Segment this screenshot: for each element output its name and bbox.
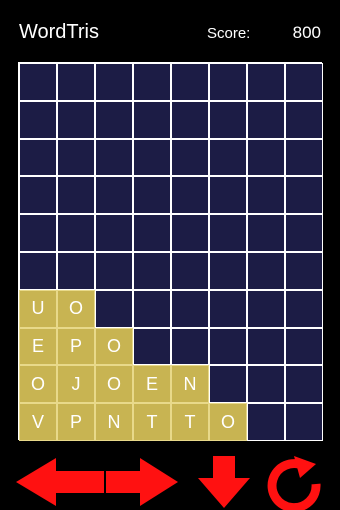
empty-cell xyxy=(209,100,247,139)
empty-cell xyxy=(247,289,285,328)
empty-cell xyxy=(247,63,285,101)
arrow-down-icon xyxy=(198,456,250,508)
empty-cell xyxy=(57,63,95,101)
controls-bar xyxy=(0,452,340,510)
empty-cell xyxy=(19,63,57,101)
empty-cell xyxy=(247,214,285,252)
empty-cell xyxy=(285,403,323,441)
letter-tile: O xyxy=(95,365,133,404)
empty-cell xyxy=(209,327,247,366)
empty-cell xyxy=(19,138,57,177)
move-left-button[interactable] xyxy=(16,456,104,508)
empty-cell xyxy=(133,214,171,252)
empty-cell xyxy=(285,289,323,328)
arrow-left-icon xyxy=(16,458,104,506)
empty-cell xyxy=(285,214,323,252)
empty-cell xyxy=(57,251,95,290)
empty-cell xyxy=(19,100,57,139)
empty-cell xyxy=(95,100,133,139)
empty-cell xyxy=(247,176,285,215)
empty-cell xyxy=(95,214,133,252)
empty-cell xyxy=(171,176,209,215)
empty-cell xyxy=(285,100,323,139)
app-title: WordTris xyxy=(19,21,99,43)
drop-button[interactable] xyxy=(196,456,252,508)
letter-tile: N xyxy=(171,365,209,404)
empty-cell xyxy=(19,214,57,252)
empty-cell xyxy=(209,63,247,101)
empty-cell xyxy=(247,327,285,366)
letter-tile: O xyxy=(19,365,57,404)
letter-tile: P xyxy=(57,403,95,441)
letter-tile: V xyxy=(19,403,57,441)
score-value: 800 xyxy=(292,23,321,42)
empty-cell xyxy=(171,289,209,328)
empty-cell xyxy=(171,327,209,366)
empty-cell xyxy=(133,327,171,366)
empty-cell xyxy=(209,289,247,328)
move-right-button[interactable] xyxy=(106,456,178,508)
empty-cell xyxy=(57,138,95,177)
letter-tile: O xyxy=(209,403,247,441)
letter-tile: T xyxy=(133,403,171,441)
empty-cell xyxy=(171,100,209,139)
arrow-right-icon xyxy=(106,458,178,506)
empty-cell xyxy=(171,138,209,177)
letter-tile: E xyxy=(133,365,171,404)
letter-tile: J xyxy=(57,365,95,404)
empty-cell xyxy=(57,100,95,139)
letter-tile: U xyxy=(19,289,57,328)
empty-cell xyxy=(209,138,247,177)
score-label: Score: xyxy=(207,25,251,42)
empty-cell xyxy=(133,289,171,328)
letter-tile: O xyxy=(57,289,95,328)
empty-cell xyxy=(285,327,323,366)
empty-cell xyxy=(19,251,57,290)
empty-cell xyxy=(95,289,133,328)
letter-tile: T xyxy=(171,403,209,441)
letter-tile: O xyxy=(95,327,133,366)
empty-cell xyxy=(95,138,133,177)
empty-cell xyxy=(209,214,247,252)
empty-cell xyxy=(171,251,209,290)
empty-cell xyxy=(171,214,209,252)
letter-tile: P xyxy=(57,327,95,366)
empty-cell xyxy=(133,176,171,215)
empty-cell xyxy=(209,251,247,290)
empty-cell xyxy=(133,100,171,139)
empty-cell xyxy=(95,251,133,290)
empty-cell xyxy=(247,365,285,404)
empty-cell xyxy=(285,63,323,101)
rotate-icon xyxy=(267,456,321,510)
empty-cell xyxy=(133,63,171,101)
empty-cell xyxy=(95,176,133,215)
empty-cell xyxy=(209,176,247,215)
empty-cell xyxy=(133,251,171,290)
empty-cell xyxy=(285,176,323,215)
empty-cell xyxy=(95,63,133,101)
empty-cell xyxy=(57,176,95,215)
empty-cell xyxy=(133,138,171,177)
empty-cell xyxy=(247,100,285,139)
header: WordTris Score: 800 xyxy=(0,0,340,60)
empty-cell xyxy=(285,251,323,290)
empty-cell xyxy=(285,365,323,404)
empty-cell xyxy=(247,403,285,441)
game-board[interactable]: UOEPOOJOENVPNTTO xyxy=(18,62,323,441)
empty-cell xyxy=(171,63,209,101)
rotate-button[interactable] xyxy=(264,454,326,510)
empty-cell xyxy=(209,365,247,404)
empty-cell xyxy=(247,138,285,177)
letter-tile: E xyxy=(19,327,57,366)
empty-cell xyxy=(57,214,95,252)
empty-cell xyxy=(19,176,57,215)
empty-cell xyxy=(247,251,285,290)
letter-tile: N xyxy=(95,403,133,441)
empty-cell xyxy=(285,138,323,177)
